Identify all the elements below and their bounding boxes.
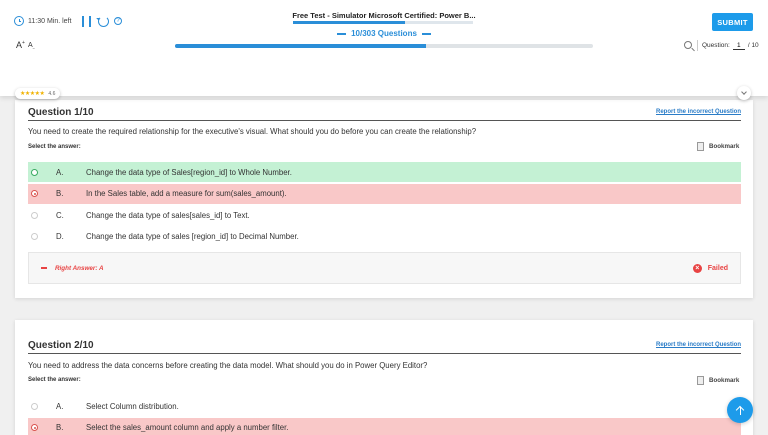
- option-letter: B.: [56, 423, 64, 433]
- answer-option-a[interactable]: A. Select Column distribution.: [28, 396, 741, 416]
- bookmark-icon: [697, 376, 704, 385]
- chevron-down-icon: [741, 89, 747, 95]
- option-text: Select Column distribution.: [86, 401, 179, 411]
- divider: [28, 353, 741, 354]
- answer-option-d[interactable]: D. Change the data type of sales [region…: [28, 227, 741, 247]
- radio-button[interactable]: [31, 233, 38, 241]
- x-circle-icon: ×: [692, 263, 702, 273]
- right-answer[interactable]: Right Answer: A: [41, 265, 104, 272]
- test-progress-bar: [175, 44, 593, 48]
- option-letter: A.: [56, 167, 64, 177]
- answer-option-b[interactable]: B. In the Sales table, add a measure for…: [28, 183, 741, 204]
- answer-result: Right Answer: A × Failed: [28, 252, 741, 284]
- option-text: In the Sales table, add a measure for su…: [86, 189, 287, 199]
- bookmark-button[interactable]: Bookmark: [697, 376, 739, 385]
- progress-fill: [175, 44, 426, 48]
- radio-button[interactable]: [31, 168, 38, 176]
- question-card: Question 2/10 Report the incorrect Quest…: [15, 320, 753, 435]
- question-navigator: Question: / 10: [702, 41, 759, 50]
- option-text: Change the data type of Sales[region_id]…: [86, 167, 292, 177]
- font-increase-button[interactable]: A+: [16, 40, 25, 50]
- result-status: × Failed: [692, 263, 728, 273]
- font-decrease-button[interactable]: A−: [28, 42, 35, 50]
- report-question-link[interactable]: Report the incorrect Question: [656, 109, 741, 115]
- question-number-input[interactable]: [732, 41, 745, 50]
- radio-button[interactable]: [31, 190, 38, 198]
- question-nav-label: Question:: [702, 42, 730, 49]
- answer-option-b[interactable]: B. Select the sales_amount column and ap…: [28, 417, 741, 435]
- submit-button[interactable]: SUBMIT: [712, 13, 753, 31]
- question-nav-total: / 10: [747, 42, 759, 49]
- answer-options: A. Select Column distribution. B. Select…: [28, 396, 741, 435]
- collapse-header-button[interactable]: [737, 86, 751, 100]
- option-letter: B.: [56, 189, 64, 199]
- question-counter: 10/303 Questions: [334, 29, 434, 38]
- radio-button[interactable]: [31, 402, 38, 410]
- question-counter-text: 10/303 Questions: [351, 29, 417, 38]
- timer: 11:30 Min. left: [14, 16, 71, 26]
- scroll-to-top-button[interactable]: [727, 397, 753, 423]
- bookmark-button[interactable]: Bookmark: [697, 142, 739, 151]
- search-icon[interactable]: [684, 41, 692, 49]
- question-title: Question 1/10: [28, 106, 94, 118]
- top-header: 11:30 Min. left ? Free Test - Simulator …: [0, 0, 768, 96]
- question-text: You need to address the data concerns be…: [28, 361, 428, 370]
- option-letter: C.: [56, 210, 64, 220]
- radio-button[interactable]: [31, 211, 38, 219]
- answer-options: A. Change the data type of Sales[region_…: [28, 162, 741, 248]
- bookmark-label: Bookmark: [709, 377, 740, 384]
- reload-icon[interactable]: [98, 16, 109, 27]
- test-title: Free Test - Simulator Microsoft Certifie…: [292, 11, 476, 20]
- answer-option-a[interactable]: A. Change the data type of Sales[region_…: [28, 162, 741, 182]
- minus-icon: [41, 267, 47, 269]
- pause-icon[interactable]: [82, 16, 91, 27]
- report-question-link[interactable]: Report the incorrect Question: [656, 342, 741, 348]
- divider: [28, 120, 741, 121]
- bookmark-label: Bookmark: [709, 143, 740, 150]
- time-left: 11:30 Min. left: [28, 17, 72, 25]
- rating-badge: ★★★★★ 4.6: [15, 88, 61, 99]
- result-status-text: Failed: [707, 264, 728, 272]
- option-text: Change the data type of sales [region_id…: [86, 232, 299, 242]
- right-answer-text: Right Answer: A: [55, 264, 104, 272]
- option-text: Change the data type of sales[sales_id] …: [86, 210, 250, 220]
- select-answer-label: Select the answer:: [28, 144, 81, 150]
- radio-button[interactable]: [31, 424, 38, 432]
- option-letter: A.: [56, 401, 64, 411]
- arrow-up-icon: [736, 405, 744, 415]
- star-icons: ★★★★★: [20, 91, 45, 97]
- answer-option-c[interactable]: C. Change the data type of sales[sales_i…: [28, 205, 741, 225]
- question-title: Question 2/10: [28, 339, 94, 351]
- question-text: You need to create the required relation…: [28, 127, 477, 136]
- option-text: Select the sales_amount column and apply…: [86, 423, 289, 433]
- title-underline: [293, 21, 473, 24]
- select-answer-label: Select the answer:: [28, 377, 81, 383]
- bookmark-icon: [697, 142, 704, 151]
- divider: [697, 40, 698, 51]
- question-card: Question 1/10 Report the incorrect Quest…: [15, 100, 753, 298]
- clock-icon: [14, 16, 24, 26]
- help-icon[interactable]: ?: [114, 17, 122, 25]
- rating-value: 4.6: [48, 90, 56, 97]
- option-letter: D.: [56, 232, 64, 242]
